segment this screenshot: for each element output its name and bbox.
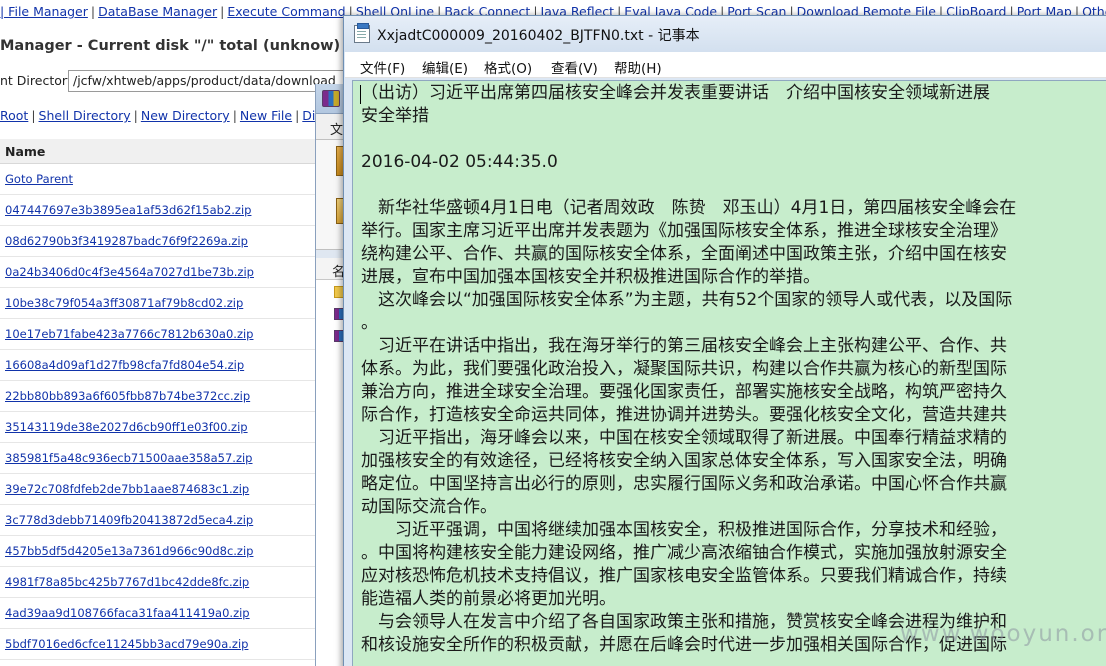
menu-format[interactable]: 格式(O) <box>484 57 532 77</box>
text-line: 举行。国家主席习近平出席并发表题为《加强国际核安全体系，推进全球核安全治理》 <box>361 221 1007 241</box>
file-table: Name Goto Parent 047447697e3b3895ea1af53d… <box>0 139 345 660</box>
file-table-body: Goto Parent 047447697e3b3895ea1af53d62f15… <box>0 164 345 660</box>
file-name-link[interactable]: 4981f78a85bc425b7767d1bc42dde8fc.zip <box>5 575 249 589</box>
text-line: 2016-04-02 05:44:35.0 <box>361 152 558 172</box>
menu-file[interactable]: 文件(F) <box>360 57 405 77</box>
file-name-link[interactable]: 047447697e3b3895ea1af53d62f15ab2.zip <box>5 203 251 217</box>
notepad-window-title: XxjadtC000009_20160402_BJTFN0.txt - 记事本 <box>377 28 700 44</box>
menu-view[interactable]: 查看(V) <box>551 57 598 77</box>
file-table-row: 39e72c708fdfeb2de7bb1aae874683c1.zip <box>0 474 345 505</box>
file-name-link[interactable]: 22bb80bb893a6f605fbb87b74be372cc.zip <box>5 389 250 403</box>
nav-link[interactable]: | File Manager <box>0 4 88 19</box>
directory-actions: Root | Shell Directory | New Directory | New F… <box>0 108 329 123</box>
nav-link[interactable]: Execute Command <box>227 4 345 19</box>
shell-page-title: Manager - Current disk "/" total (unknow… <box>0 38 341 54</box>
directory-action-link[interactable]: New File <box>240 108 292 123</box>
file-table-row: Goto Parent <box>0 164 345 195</box>
file-table-row: 22bb80bb893a6f605fbb87b74be372cc.zip <box>0 381 345 412</box>
text-line: 进展，宣布中国加强本国核安全并积极推进国际合作的举措。 <box>361 267 820 287</box>
file-table-row: 4ad39aa9d108766faca31faa411419a0.zip <box>0 598 345 629</box>
winrar-menu-file[interactable]: 文 <box>330 119 343 138</box>
file-name-link[interactable]: 4ad39aa9d108766faca31faa411419a0.zip <box>5 606 250 620</box>
file-table-row: 10e17eb71fabe423a7766c7812b630a0.zip <box>0 319 345 350</box>
text-line: 能造福人类的前景必将更加光明。 <box>361 589 616 609</box>
file-name-link[interactable]: 10be38c79f054a3ff30871af79b8cd02.zip <box>5 296 243 310</box>
file-name-link[interactable]: 385981f5a48c936ecb71500aae358a57.zip <box>5 451 253 465</box>
text-line: 。中国将构建核安全能力建设网络，推广减少高浓缩铀合作模式，实施加强放射源安全 <box>361 543 1007 563</box>
text-caret <box>360 85 361 104</box>
file-name-link[interactable]: 08d62790b3f3419287badc76f9f2269a.zip <box>5 234 248 248</box>
text-line: 兼治方向，推进全球安全治理。要强化国家责任，部署实施核安全战略，构筑严密持久 <box>361 382 1007 402</box>
nav-separator: | <box>220 4 225 19</box>
file-name-link[interactable]: 16608a4d09af1d27fb98cfa7fd804e54.zip <box>5 358 244 372</box>
notepad-window: XxjadtC000009_20160402_BJTFN0.txt - 记事本 … <box>343 15 1106 666</box>
text-line: （出访）习近平出席第四届核安全峰会并发表重要讲话 介绍中国核安全领域新进展 <box>361 83 990 103</box>
text-line: 习近平强调，中国将继续加强本国核安全，积极推进国际合作，分享技术和经验， <box>361 520 1007 540</box>
nav-separator: | <box>232 108 237 123</box>
notepad-text-editor[interactable]: （出访）习近平出席第四届核安全峰会并发表重要讲话 介绍中国核安全领域新进展 安全举… <box>352 80 1106 666</box>
current-directory-row: nt Directory /jcfw/xhtweb/apps/product/d… <box>0 68 358 94</box>
text-line: 加强核安全的有效途径，已经将核安全纳入国家总体安全体系，写入国家安全法，明确 <box>361 451 1007 471</box>
text-line: 绕构建公平、合作、共赢的国际核安全体系，全面阐述中国政策主张，介绍中国在核安 <box>361 244 1007 264</box>
nav-separator: | <box>31 108 36 123</box>
directory-action-link[interactable]: Shell Directory <box>39 108 131 123</box>
text-line: 新华社华盛顿4月1日电（记者周效政 陈贽 邓玉山）4月1日，第四届核安全峰会在 <box>361 198 1017 218</box>
file-table-row: 10be38c79f054a3ff30871af79b8cd02.zip <box>0 288 345 319</box>
nav-separator: | <box>90 4 96 19</box>
text-line: 体系。为此，我们要强化政治投入，凝聚国际共识，构建以合作共赢为核心的新型国际 <box>361 359 1007 379</box>
notepad-menubar: 文件(F) 编辑(E) 格式(O) 查看(V) 帮助(H) <box>345 52 1106 78</box>
notepad-app-icon <box>354 23 370 43</box>
text-line <box>361 174 1106 197</box>
nav-separator: | <box>133 108 138 123</box>
directory-action-link[interactable]: Root <box>0 108 28 123</box>
file-name-link[interactable]: 3c778d3debb71409fb20413872d5eca4.zip <box>5 513 253 527</box>
nav-link[interactable]: DataBase Manager <box>98 4 217 19</box>
text-line: 安全举措 <box>361 106 429 126</box>
file-table-row: 047447697e3b3895ea1af53d62f15ab2.zip <box>0 195 345 226</box>
menu-edit[interactable]: 编辑(E) <box>422 57 468 77</box>
file-table-row: 16608a4d09af1d27fb98cfa7fd804e54.zip <box>0 350 345 381</box>
text-line: 。 <box>361 313 378 333</box>
file-table-row: 08d62790b3f3419287badc76f9f2269a.zip <box>0 226 345 257</box>
text-line: 略定位。中国坚持言出必行的原则，忠实履行国际义务和政治承诺。中国心怀合作共赢 <box>361 474 1007 494</box>
file-table-row: 5bdf7016ed6cfce11245bb3acd79e90a.zip <box>0 629 345 660</box>
directory-action-link[interactable]: New Directory <box>141 108 230 123</box>
text-line: 习近平指出，海牙峰会以来，中国在核安全领域取得了新进展。中国奉行精益求精的 <box>361 428 1007 448</box>
file-table-row: 35143119de38e2027d6cb90ff1e03f00.zip <box>0 412 345 443</box>
file-table-row: 457bb5df5d4205e13a7361d966c90d8c.zip <box>0 536 345 567</box>
file-table-row: 3c778d3debb71409fb20413872d5eca4.zip <box>0 505 345 536</box>
file-table-row: 4981f78a85bc425b7767d1bc42dde8fc.zip <box>0 567 345 598</box>
text-line: 应对核恐怖危机技术支持倡议，推广国家核电安全监管体系。只要我们精诚合作，持续 <box>361 566 1007 586</box>
notepad-titlebar[interactable]: XxjadtC000009_20160402_BJTFN0.txt - 记事本 <box>344 16 1106 52</box>
winrar-app-icon <box>322 90 340 107</box>
file-name-link[interactable]: 0a24b3406d0c4f3e4564a7027d1be73b.zip <box>5 265 254 279</box>
text-line: 这次峰会以“加强国际核安全体系”为主题，共有52个国家的领导人或代表，以及国际 <box>361 290 1013 310</box>
text-line: 际合作，打造核安全命运共同体，推进协调并进势头。要强化核安全文化，营造共建共 <box>361 405 1007 425</box>
file-name-link[interactable]: 35143119de38e2027d6cb90ff1e03f00.zip <box>5 420 248 434</box>
file-table-row: 385981f5a48c936ecb71500aae358a57.zip <box>0 443 345 474</box>
file-name-link[interactable]: 10e17eb71fabe423a7766c7812b630a0.zip <box>5 327 253 341</box>
text-line: 习近平在讲话中指出，我在海牙举行的第三届核安全峰会上主张构建公平、合作、共 <box>361 336 1007 356</box>
goto-parent-link[interactable]: Goto Parent <box>5 172 73 186</box>
menu-help[interactable]: 帮助(H) <box>614 57 662 77</box>
file-name-link[interactable]: 5bdf7016ed6cfce11245bb3acd79e90a.zip <box>5 637 248 651</box>
file-name-link[interactable]: 39e72c708fdfeb2de7bb1aae874683c1.zip <box>5 482 249 496</box>
file-table-row: 0a24b3406d0c4f3e4564a7027d1be73b.zip <box>0 257 345 288</box>
file-table-header-name: Name <box>0 139 345 164</box>
notepad-document-text: （出访）习近平出席第四届核安全峰会并发表重要讲话 介绍中国核安全领域新进展 安全举… <box>361 82 1106 657</box>
current-directory-label: nt Directory <box>0 73 75 88</box>
file-name-link[interactable]: 457bb5df5d4205e13a7361d966c90d8c.zip <box>5 544 253 558</box>
text-line: 动国际交流合作。 <box>361 497 497 517</box>
nav-separator: | <box>295 108 300 123</box>
text-line <box>361 128 1106 151</box>
wooyun-watermark: www.wooyun.org <box>900 621 1106 647</box>
